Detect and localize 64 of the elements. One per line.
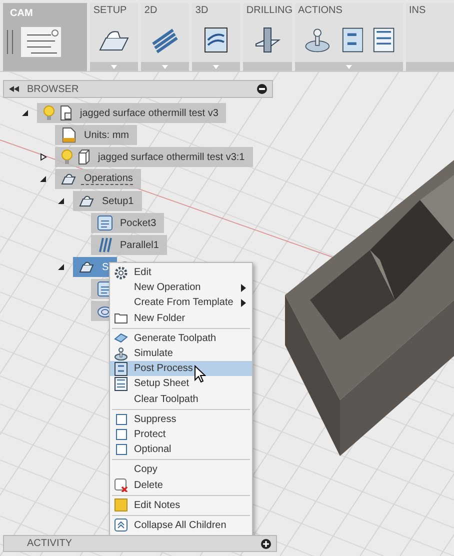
collapse-panel-icon[interactable]	[9, 86, 19, 92]
joystick-icon	[114, 346, 128, 361]
menu-item[interactable]: New Folder	[110, 310, 252, 326]
joystick-icon[interactable]	[302, 26, 332, 54]
browser-header: BROWSER	[3, 80, 273, 98]
workspace-label: CAM	[9, 7, 34, 21]
generate-icon	[114, 331, 128, 346]
setup-icon	[61, 171, 77, 187]
minus-icon[interactable]	[257, 84, 267, 94]
parallel-icon	[97, 237, 113, 253]
tree-item[interactable]: Units: mm	[55, 125, 137, 145]
stack-icon	[21, 27, 61, 57]
menu-item[interactable]: Collapse All Children	[110, 518, 252, 533]
delete-icon	[114, 478, 128, 492]
group-label: INS	[408, 4, 427, 18]
folder-icon	[114, 311, 128, 326]
box-icon	[77, 149, 91, 165]
collapse-toggle[interactable]	[39, 174, 49, 184]
pocket-icon	[97, 215, 113, 231]
menu-item[interactable]: Suppress	[110, 412, 252, 427]
tree-item[interactable]: jagged surface othermill test v3:1	[55, 147, 253, 167]
checkbox[interactable]	[116, 414, 126, 425]
tree-item[interactable]: Operations	[55, 169, 141, 189]
collapse-icon	[114, 518, 128, 532]
cursor-icon	[194, 365, 206, 384]
tree-item[interactable]: Pocket3	[91, 213, 164, 233]
group-label: 2D	[143, 4, 158, 18]
menu-item[interactable]: Setup Sheet	[110, 376, 252, 392]
document-icon	[59, 105, 73, 121]
setup-icon	[79, 193, 95, 209]
menu-item[interactable]: New Operation	[110, 280, 252, 296]
gcode-icon	[114, 362, 128, 376]
group-label: SETUP	[92, 4, 128, 18]
menu-item[interactable]: Copy	[110, 462, 252, 478]
collapse-toggle[interactable]	[57, 262, 67, 272]
activity-bar: ACTIVITY	[3, 535, 277, 552]
group-label: DRILLING	[245, 4, 292, 18]
menu-item[interactable]: Edit Notes	[110, 498, 252, 513]
collapse-toggle[interactable]	[57, 196, 67, 206]
tree-item[interactable]: Setup1	[73, 191, 142, 211]
note-icon	[114, 498, 128, 512]
menu-item[interactable]: Delete	[110, 477, 252, 493]
menu-item[interactable]: Clear Toolpath	[110, 392, 252, 407]
expand-toggle[interactable]	[39, 152, 49, 162]
plus-icon[interactable]	[261, 538, 271, 548]
collapse-toggle[interactable]	[21, 108, 31, 118]
menu-item[interactable]: Simulate	[110, 346, 252, 362]
menu-item[interactable]: Optional	[110, 442, 252, 458]
setup-icon	[79, 259, 95, 275]
sheet-icon	[114, 376, 128, 391]
gear-icon	[114, 266, 128, 280]
menu-item[interactable]: Create From Template	[110, 295, 252, 311]
menu-item[interactable]: Generate Toolpath	[110, 330, 252, 346]
sheet-icon[interactable]	[373, 26, 396, 54]
menu-item[interactable]: Protect	[110, 426, 252, 442]
model-drawing[interactable]	[285, 160, 454, 456]
checkbox[interactable]	[116, 444, 126, 456]
checkbox[interactable]	[116, 428, 126, 440]
group-label: 3D	[194, 4, 210, 18]
group-label: ACTIONS	[296, 4, 344, 18]
tree-item[interactable]: jagged surface othermill test v3	[37, 103, 226, 123]
tree-item[interactable]: Parallel1	[91, 235, 167, 255]
units-icon	[61, 127, 77, 143]
gcode-icon[interactable]	[342, 26, 364, 54]
